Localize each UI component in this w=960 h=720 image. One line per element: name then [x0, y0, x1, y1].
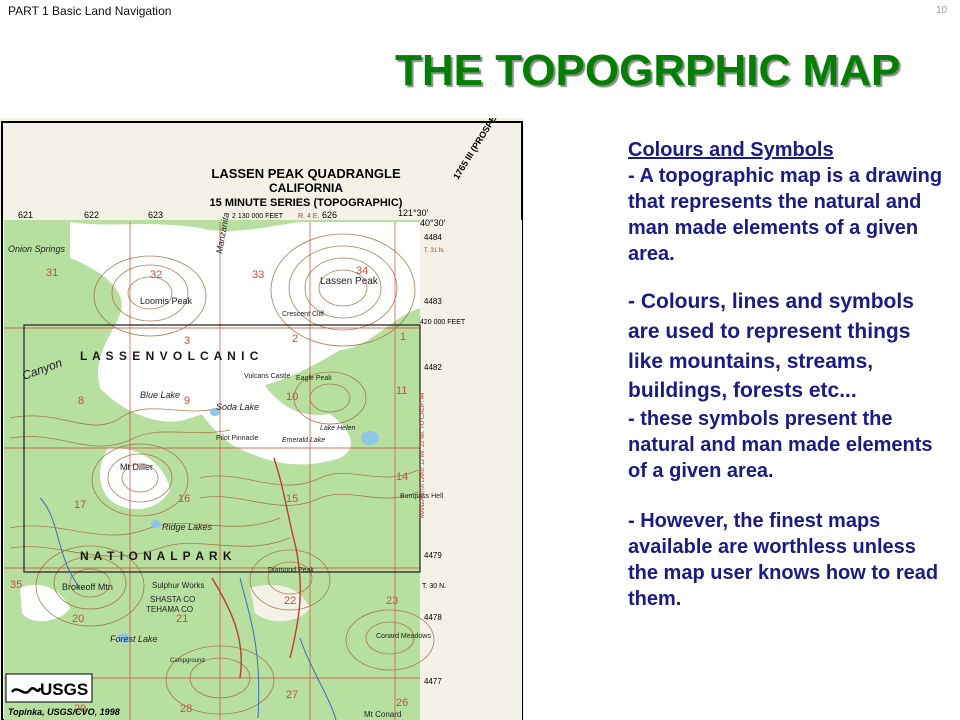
map-place: Pilot Pinnacle: [216, 435, 259, 442]
map-east-tick: 420 000 FEET: [420, 319, 466, 326]
map-section-number: 2: [292, 333, 298, 345]
map-section-number: 17: [74, 499, 86, 511]
map-section-number: 32: [150, 269, 162, 281]
map-coord: 626: [322, 210, 337, 220]
svg-text:USGS: USGS: [40, 680, 88, 699]
map-east-tick: 4484: [424, 233, 442, 242]
map-section-number: 15: [286, 493, 298, 505]
map-place: SHASTA CO: [150, 595, 195, 604]
map-place: Campground: [170, 658, 205, 664]
map-place: Forest Lake: [110, 634, 158, 644]
map-place: Loomis Peak: [140, 296, 193, 306]
page-number: 10: [936, 5, 948, 16]
map-place: Sulphur Works: [152, 581, 204, 590]
map-place: Vulcans Castle: [244, 373, 291, 380]
map-place: Conard Meadows: [376, 633, 431, 640]
map-series: 15 MINUTE SERIES (TOPOGRAPHIC): [210, 197, 403, 209]
map-section-number: 9: [184, 395, 190, 407]
paragraph-however: - However, the finest maps available are…: [628, 510, 939, 611]
map-place: Brokeoff Mtn: [62, 582, 113, 592]
map-section-number: 31: [46, 267, 58, 279]
map-section-number: 22: [284, 595, 296, 607]
map-place: Mt Conard: [364, 710, 401, 719]
map-section-number: 1: [400, 331, 406, 343]
map-coord: 622: [84, 210, 99, 220]
map-township-label: T. 31 N.: [424, 248, 445, 254]
map-place: Diamond Peak: [268, 567, 314, 574]
map-place: Onion Springs: [8, 244, 66, 254]
map-credit: Topinka, USGS/CVO, 1998: [8, 707, 120, 717]
map-east-tick: 4479: [424, 551, 442, 560]
map-section-number: 23: [386, 595, 398, 607]
map-place: Blue Lake: [140, 390, 180, 400]
map-section-number: 14: [396, 471, 408, 483]
map-place: Eagle Peak: [296, 375, 332, 382]
paragraph-symbols-present: - these symbols present the natural and …: [628, 408, 933, 483]
map-section-number: 27: [286, 689, 298, 701]
map-park-text: N A T I O N A L P A R K: [80, 549, 233, 563]
section-heading: Colours and Symbols: [628, 139, 834, 161]
map-place: MANZANITA LAKE 12 MI. 22 MI. TO CALIF. 4…: [420, 392, 426, 518]
paragraph-definition: - A topographic map is a drawing that re…: [628, 165, 943, 265]
usgs-logo: USGS: [5, 673, 93, 703]
map-section-number: 35: [10, 579, 22, 591]
map-coord: 40°30': [420, 218, 446, 228]
map-place: Mt Diller: [120, 462, 153, 472]
map-east-tick: 4478: [424, 613, 442, 622]
map-place: Crescent Cliff: [282, 311, 324, 318]
map-east-tick: 4482: [424, 363, 442, 372]
map-coord: R. 4 E.: [298, 213, 319, 220]
map-coord: 2 130 000 FEET: [232, 213, 284, 220]
map-section-number: 8: [78, 395, 84, 407]
map-coord: 121°30': [398, 208, 429, 218]
map-place: Ridge Lakes: [162, 522, 213, 532]
map-section-number: 16: [178, 493, 190, 505]
map-township-label: T. 30 N.: [422, 583, 446, 590]
map-section-number: 3: [184, 335, 190, 347]
map-section-number: 33: [252, 269, 264, 281]
map-place: Lake Helen: [320, 425, 356, 432]
map-section-number: 10: [286, 391, 298, 403]
map-east-tick: 4477: [424, 677, 442, 686]
map-place: Soda Lake: [216, 402, 259, 412]
map-section-number: 11: [396, 385, 407, 397]
map-section-number: 26: [396, 697, 408, 709]
map-section-number: 20: [72, 613, 84, 625]
text-column: Colours and Symbols - A topographic map …: [628, 137, 948, 612]
map-section-number: 21: [176, 613, 188, 625]
topographic-map-image: LASSEN PEAK QUADRANGLE CALIFORNIA 15 MIN…: [0, 118, 524, 720]
map-place: Lassen Peak: [320, 276, 379, 287]
slide-title: THE TOPOGRPHIC MAP: [395, 46, 901, 95]
map-park-text: L A S S E N V O L C A N I C: [80, 349, 259, 363]
map-place: Emerald Lake: [282, 437, 325, 444]
map-section-number: 28: [180, 703, 192, 715]
map-quad-title: LASSEN PEAK QUADRANGLE: [211, 166, 401, 181]
map-section-number: 34: [356, 265, 368, 277]
paragraph-colours-lines-symbols: - Colours, lines and symbols are used to…: [628, 290, 914, 403]
map-coord: 623: [148, 210, 163, 220]
map-coord: 621: [18, 210, 33, 220]
map-east-tick: 4483: [424, 297, 442, 306]
map-state: CALIFORNIA: [269, 181, 343, 195]
header-part-label: PART 1 Basic Land Navigation: [8, 4, 172, 18]
